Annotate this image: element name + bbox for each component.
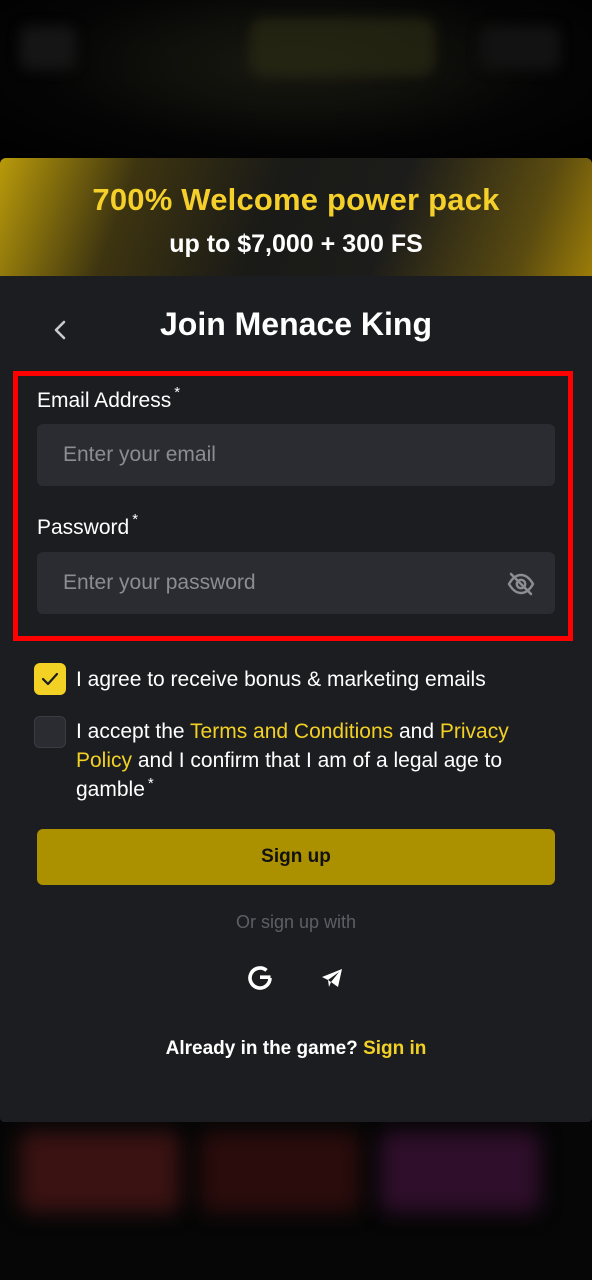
google-icon xyxy=(248,966,272,990)
terms-text-after: and I confirm that I am of a legal age t… xyxy=(76,749,503,801)
terms-link[interactable]: Terms and Conditions xyxy=(190,720,393,743)
terms-required-mark: * xyxy=(147,775,154,792)
terms-text-before: I accept the xyxy=(76,720,191,743)
form-highlight-frame xyxy=(13,371,573,641)
background-games xyxy=(0,1122,592,1280)
terms-consent-checkbox[interactable] xyxy=(34,716,66,748)
checkmark-icon xyxy=(41,672,59,686)
background-menu-blur xyxy=(20,26,76,70)
signup-modal: 700% Welcome power pack up to $7,000 + 3… xyxy=(0,158,592,1122)
background-game-tile xyxy=(20,1132,180,1212)
background-header xyxy=(0,0,592,160)
background-logo-blur xyxy=(250,18,435,76)
signup-button[interactable]: Sign up xyxy=(37,829,555,885)
promo-banner: 700% Welcome power pack up to $7,000 + 3… xyxy=(0,158,592,276)
background-game-tile xyxy=(380,1132,540,1212)
background-actions-blur xyxy=(480,26,560,70)
telegram-icon xyxy=(322,969,342,987)
marketing-consent-checkbox[interactable] xyxy=(34,663,66,695)
promo-title: 700% Welcome power pack xyxy=(92,182,500,217)
terms-text-mid: and xyxy=(393,720,440,743)
signin-question: Already in the game? xyxy=(165,1038,358,1059)
background-game-tile xyxy=(200,1132,360,1212)
terms-consent-text: I accept the Terms and Conditions and Pr… xyxy=(76,717,556,806)
social-signup-label: Or sign up with xyxy=(235,912,357,932)
promo-subtitle: up to $7,000 + 300 FS xyxy=(169,230,423,258)
marketing-consent-text: I agree to receive bonus & marketing ema… xyxy=(76,668,486,691)
telegram-signup-button[interactable] xyxy=(312,958,352,998)
google-signup-button[interactable] xyxy=(240,958,280,998)
page-title: Join Menace King xyxy=(159,306,433,342)
signin-link[interactable]: Sign in xyxy=(363,1038,426,1059)
signin-prompt: Already in the game? Sign in xyxy=(0,1038,592,1060)
